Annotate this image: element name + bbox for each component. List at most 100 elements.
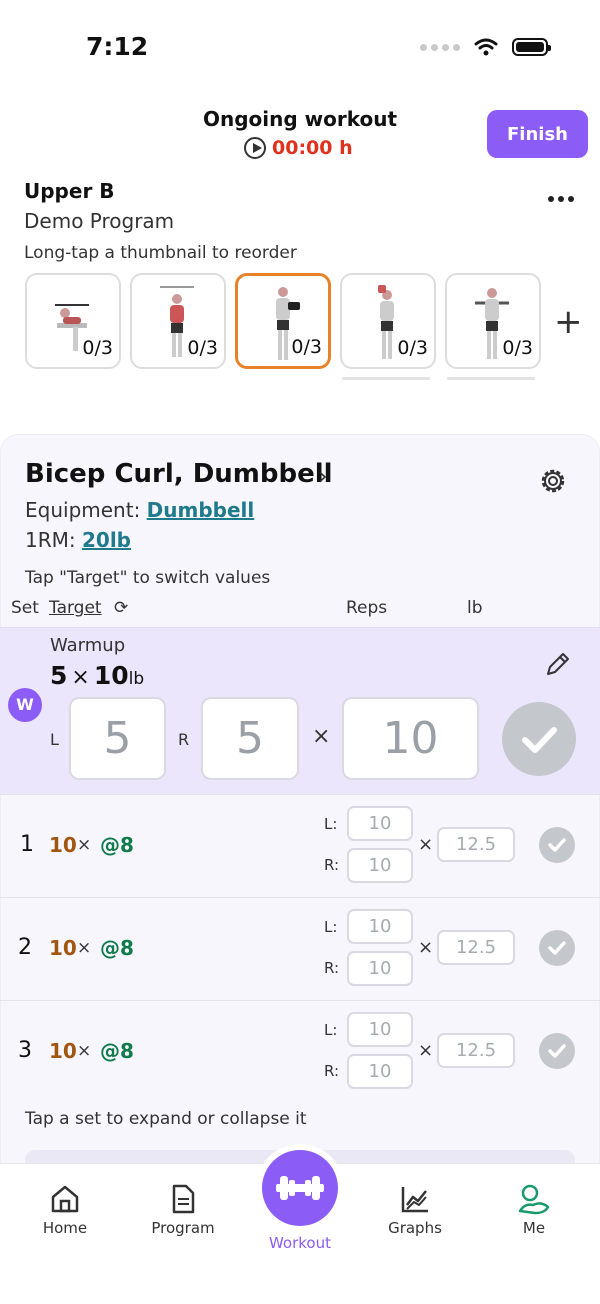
thumbnail-indicator <box>447 377 535 380</box>
tab-program[interactable]: Program <box>138 1183 228 1237</box>
left-reps-input[interactable]: 10 <box>347 806 413 841</box>
checkmark-icon <box>548 1044 566 1058</box>
program-name: Demo Program <box>24 209 175 233</box>
workout-timer[interactable]: 00:00 h <box>244 137 353 159</box>
warmup-left-reps-input[interactable]: 5 <box>69 697 166 780</box>
play-icon[interactable] <box>244 137 266 159</box>
document-icon <box>172 1184 195 1214</box>
exercise-title[interactable]: Bicep Curl, Dumbbell <box>25 459 333 489</box>
times-sign: × <box>418 834 434 855</box>
warmup-label: Warmup <box>50 635 126 656</box>
set-number: 1 <box>20 832 34 857</box>
right-reps-input[interactable]: 10 <box>347 1054 413 1089</box>
warmup-right-reps-input[interactable]: 5 <box>201 697 299 780</box>
column-unit: lb <box>467 598 483 618</box>
thumbnail-pull-up[interactable]: 0/3 <box>130 273 226 369</box>
column-set: Set <box>11 598 39 618</box>
weight-input[interactable]: 12.5 <box>437 1033 515 1068</box>
times-sign: × <box>77 835 92 855</box>
weight-input[interactable]: 12.5 <box>437 827 515 862</box>
tab-home-label: Home <box>42 1219 88 1237</box>
finish-button[interactable]: Finish <box>487 110 588 158</box>
cellular-signal-icon <box>420 43 460 51</box>
complete-set-button[interactable] <box>539 930 575 966</box>
set-number: 2 <box>18 935 32 960</box>
equipment-label: Equipment: <box>25 498 141 522</box>
one-rep-max-link[interactable]: 20lb <box>82 528 131 552</box>
warmup-badge: W <box>8 688 42 722</box>
set-number: 3 <box>18 1038 32 1063</box>
tab-graphs-label: Graphs <box>388 1219 442 1237</box>
warmup-summary: 5 × 10lb <box>50 661 144 690</box>
status-icons <box>420 38 551 56</box>
thumbnail-lateral-raise[interactable]: 0/3 <box>445 273 541 369</box>
thumbnail-bicep-curl[interactable]: 0/3 <box>235 273 331 369</box>
more-options-icon[interactable] <box>548 196 574 202</box>
checkmark-icon <box>548 941 566 955</box>
warmup-weight: 10 <box>93 661 129 690</box>
set-target-reps: 10 <box>49 936 77 960</box>
column-target[interactable]: Target <box>49 598 102 618</box>
equipment-line: Equipment: Dumbbell <box>25 498 254 522</box>
complete-set-button[interactable] <box>539 827 575 863</box>
set-target-rpe: @8 <box>100 833 134 857</box>
add-exercise-icon[interactable]: + <box>554 305 583 339</box>
set-target-reps: 10 <box>49 1039 77 1063</box>
complete-set-button[interactable] <box>539 1033 575 1069</box>
tab-workout-label: Workout <box>268 1234 331 1252</box>
weight-input[interactable]: 12.5 <box>437 930 515 965</box>
tab-program-label: Program <box>151 1219 215 1237</box>
tab-graphs[interactable]: Graphs <box>370 1183 460 1237</box>
gear-icon[interactable] <box>537 465 569 497</box>
thumbnail-progress: 0/3 <box>82 337 113 359</box>
flexed-arm-icon <box>518 1184 550 1215</box>
left-reps-input[interactable]: 10 <box>347 909 413 944</box>
pencil-icon[interactable] <box>544 650 572 678</box>
thumbnail-progress: 0/3 <box>502 337 533 359</box>
chevron-right-icon[interactable]: › <box>318 462 328 490</box>
left-reps-input[interactable]: 10 <box>347 1012 413 1047</box>
thumbnail-progress: 0/3 <box>397 337 428 359</box>
warmup-reps: 5 <box>50 661 68 690</box>
times-sign: × <box>312 724 331 749</box>
right-reps-input[interactable]: 10 <box>347 951 413 986</box>
right-side-label: R: <box>324 1062 340 1080</box>
refresh-icon[interactable]: ⟳ <box>114 598 128 618</box>
set-target-rpe: @8 <box>100 936 134 960</box>
times-sign: × <box>418 937 434 958</box>
one-rep-max-line: 1RM: 20lb <box>25 528 131 552</box>
equipment-link[interactable]: Dumbbell <box>147 498 255 522</box>
home-icon <box>51 1185 79 1213</box>
right-side-label: R: <box>324 856 340 874</box>
tab-me[interactable]: Me <box>489 1183 579 1237</box>
wifi-icon <box>474 38 498 56</box>
warmup-weight-input[interactable]: 10 <box>342 697 479 780</box>
thumbnail-incline-press[interactable]: 0/3 <box>25 273 121 369</box>
reorder-hint: Long-tap a thumbnail to reorder <box>24 243 297 263</box>
switch-values-hint: Tap "Target" to switch values <box>25 568 271 588</box>
left-side-label: L <box>50 730 59 749</box>
right-side-label: R <box>178 730 190 749</box>
left-side-label: L: <box>324 1021 338 1039</box>
tab-me-label: Me <box>522 1219 546 1237</box>
times-sign: × <box>418 1040 434 1061</box>
left-side-label: L: <box>324 918 338 936</box>
one-rep-max-label: 1RM: <box>25 528 76 552</box>
left-side-label: L: <box>324 815 338 833</box>
times-sign: × <box>71 665 90 690</box>
tab-workout[interactable] <box>262 1150 338 1226</box>
times-sign: × <box>77 1041 92 1061</box>
times-sign: × <box>77 938 92 958</box>
tab-home[interactable]: Home <box>20 1183 110 1237</box>
checkmark-icon <box>522 727 557 753</box>
workout-name: Upper B <box>24 179 115 203</box>
right-reps-input[interactable]: 10 <box>347 848 413 883</box>
status-time: 7:12 <box>86 32 149 61</box>
complete-set-button[interactable] <box>502 702 576 776</box>
collapse-hint: Tap a set to expand or collapse it <box>25 1109 307 1129</box>
battery-icon <box>512 38 551 56</box>
exercise-thumbnails: 0/3 0/3 0/3 0/3 0/3 <box>25 273 541 369</box>
thumbnail-triceps-extension[interactable]: 0/3 <box>340 273 436 369</box>
set-target-reps: 10 <box>49 833 77 857</box>
column-reps: Reps <box>346 598 388 618</box>
